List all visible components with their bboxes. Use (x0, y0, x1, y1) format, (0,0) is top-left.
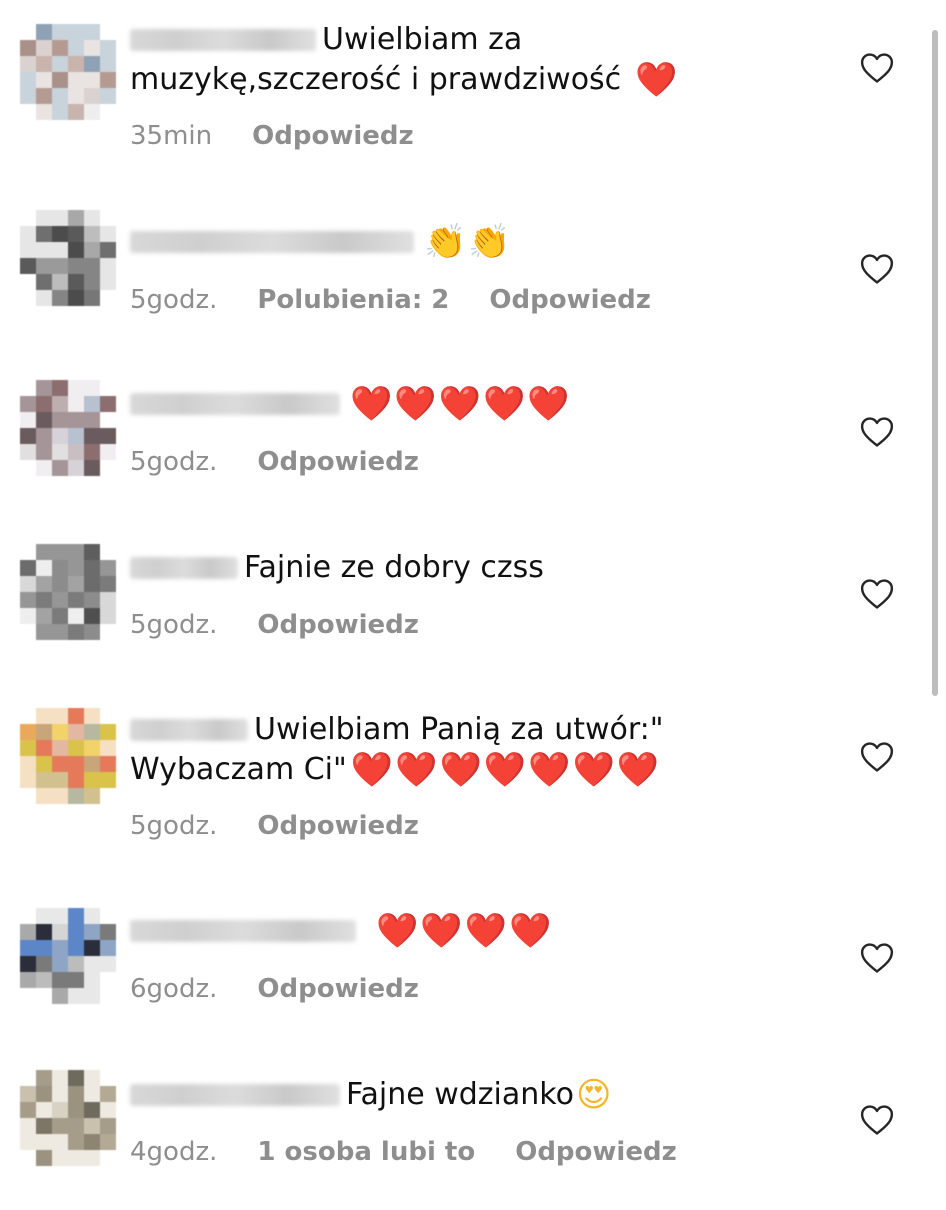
reply-button[interactable]: Odpowiedz (515, 1136, 677, 1168)
comment-text-line: Fajnie ze dobry czss (130, 548, 830, 588)
comment-text-line: Wybaczam Ci" ❤️❤️❤️❤️❤️❤️❤️ (130, 750, 830, 790)
comment-time: 5godz. (130, 610, 218, 640)
comment-text: Uwielbiam Panią za utwór:" (254, 712, 664, 747)
like-button[interactable] (860, 253, 894, 285)
reply-button[interactable]: Odpowiedz (489, 284, 651, 316)
heart-outline-icon (860, 53, 894, 83)
scrollbar[interactable] (932, 30, 938, 696)
comment-meta: 5godz. Polubienia: 2 Odpowiedz (130, 284, 651, 316)
comment-time: 5godz. (130, 285, 218, 315)
heart-outline-icon (860, 943, 894, 973)
reply-button[interactable]: Odpowiedz (252, 120, 414, 152)
like-button[interactable] (860, 52, 894, 84)
reply-button[interactable]: Odpowiedz (257, 810, 419, 842)
username-blurred[interactable] (130, 1084, 340, 1106)
comment-time: 5godz. (130, 811, 218, 841)
avatar[interactable] (20, 908, 116, 1004)
username-blurred[interactable] (130, 231, 414, 253)
avatar[interactable] (20, 1070, 116, 1166)
reply-button[interactable]: Odpowiedz (257, 609, 419, 641)
heart-emoji: ❤️❤️❤️❤️❤️❤️❤️ (350, 750, 662, 790)
heart-emoji: ❤️❤️❤️❤️ (376, 911, 554, 951)
comment-text-line: Uwielbiam za (130, 20, 830, 60)
heart-outline-icon (860, 579, 894, 609)
likes-count[interactable]: Polubienia: 2 (257, 284, 449, 316)
likes-count[interactable]: 1 osoba lubi to (257, 1136, 475, 1168)
comment-meta: 4godz. 1 osoba lubi to Odpowiedz (130, 1136, 677, 1168)
like-button[interactable] (860, 578, 894, 610)
comment-text-line: muzykę,szczerość i prawdziwość ❤️ (130, 60, 830, 100)
heart-outline-icon (860, 742, 894, 772)
comment-meta: 35min Odpowiedz (130, 120, 414, 152)
heart-outline-icon (860, 417, 894, 447)
reply-button[interactable]: Odpowiedz (257, 973, 419, 1005)
heart-emoji: ❤️❤️❤️❤️❤️ (350, 384, 572, 424)
like-button[interactable] (860, 741, 894, 773)
comment-text-line: 👏👏 (130, 222, 830, 262)
comment-text-line: Uwielbiam Panią za utwór:" (130, 710, 830, 750)
comment-time: 4godz. (130, 1137, 218, 1167)
heart-outline-icon (860, 1105, 894, 1135)
comment-time: 35min (130, 121, 213, 151)
heart-eyes-emoji: 😍 (575, 1075, 614, 1115)
username-blurred[interactable] (130, 719, 248, 741)
avatar[interactable] (20, 708, 116, 804)
comment-meta: 5godz. Odpowiedz (130, 446, 419, 478)
comment-text: Uwielbiam za (322, 22, 523, 57)
username-blurred[interactable] (130, 920, 356, 942)
avatar[interactable] (20, 380, 116, 476)
comment-time: 5godz. (130, 447, 218, 477)
comment-meta: 5godz. Odpowiedz (130, 609, 419, 641)
comment-text: Fajne wdzianko (346, 1077, 574, 1112)
comment-time: 6godz. (130, 974, 218, 1004)
like-button[interactable] (860, 942, 894, 974)
avatar[interactable] (20, 24, 116, 120)
username-blurred[interactable] (130, 557, 238, 579)
comment-text: Fajnie ze dobry czss (244, 550, 544, 585)
heart-outline-icon (860, 254, 894, 284)
comment-text-line: ❤️❤️❤️❤️ (130, 911, 830, 951)
username-blurred[interactable] (130, 393, 340, 415)
username-blurred[interactable] (130, 29, 316, 51)
like-button[interactable] (860, 1104, 894, 1136)
reply-button[interactable]: Odpowiedz (257, 446, 419, 478)
avatar[interactable] (20, 210, 116, 306)
comment-text: muzykę,szczerość i prawdziwość (130, 62, 622, 97)
comment-meta: 5godz. Odpowiedz (130, 810, 419, 842)
heart-emoji: ❤️ (635, 60, 680, 100)
clapping-hands-emoji: 👏👏 (424, 222, 513, 262)
like-button[interactable] (860, 416, 894, 448)
avatar[interactable] (20, 544, 116, 640)
comment-text-line: ❤️❤️❤️❤️❤️ (130, 384, 830, 424)
comment-text-line: Fajne wdzianko 😍 (130, 1075, 830, 1115)
comment-meta: 6godz. Odpowiedz (130, 973, 419, 1005)
comment-text: Wybaczam Ci" (130, 752, 347, 787)
